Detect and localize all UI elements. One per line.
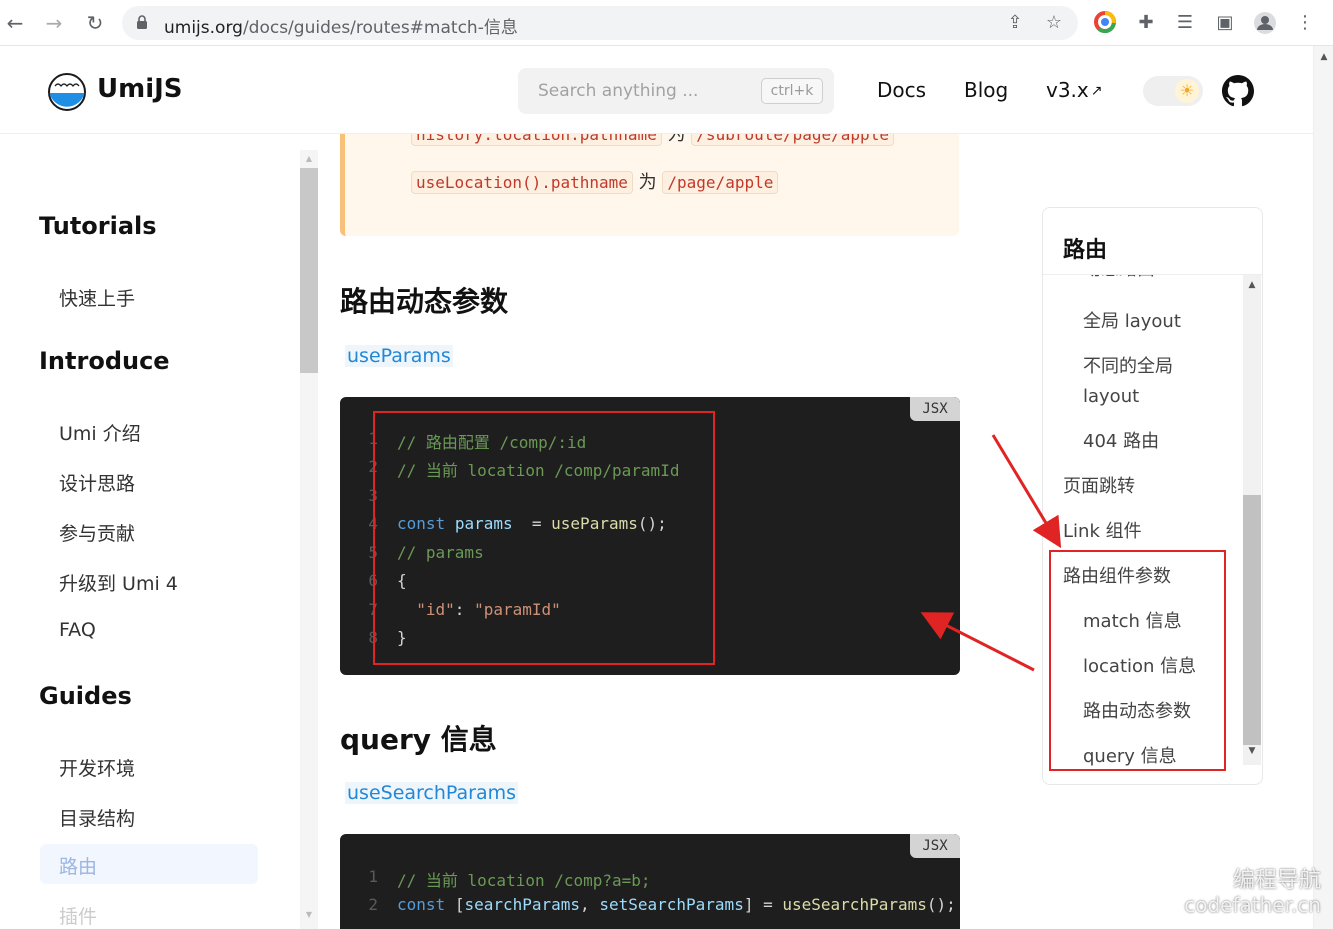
inline-code: useLocation().pathname [411, 171, 633, 194]
toc-scroll-up-icon[interactable]: ▲ [1243, 280, 1261, 290]
sidebar-item-directory[interactable]: 目录结构 [59, 804, 135, 831]
side-panel-icon[interactable]: ▣ [1213, 11, 1237, 35]
toc-scrollbar-thumb[interactable] [1243, 495, 1261, 745]
page-scrollbar[interactable]: ▲ [1313, 46, 1333, 929]
sidebar-item-dev-env[interactable]: 开发环境 [59, 754, 135, 781]
annotation-box-code [373, 411, 715, 665]
toc-item-different-layout[interactable]: 不同的全局 layout [1083, 352, 1233, 412]
inline-code: /page/apple [662, 171, 779, 194]
forward-icon[interactable]: → [41, 10, 67, 36]
toc-item-link-component[interactable]: Link 组件 [1063, 517, 1142, 547]
toc-scroll-down-icon[interactable]: ▼ [1243, 746, 1261, 756]
media-list-icon[interactable]: ☰ [1173, 11, 1197, 35]
sidebar-item-plugins[interactable]: 插件 [59, 902, 97, 929]
sidebar-item-faq[interactable]: FAQ [59, 619, 96, 641]
sidebar-scroll-up-icon[interactable]: ▲ [300, 154, 318, 163]
sidebar-item-label: 路由 [59, 856, 98, 878]
sidebar-scroll-down-icon[interactable]: ▼ [300, 910, 318, 919]
sidebar-item-upgrade[interactable]: 升级到 Umi 4 [59, 569, 178, 596]
sidebar-item-quickstart[interactable]: 快速上手 [59, 284, 135, 311]
sidebar-item-routes-active[interactable]: 路由 [40, 844, 258, 884]
page-scroll-up-icon[interactable]: ▲ [1314, 52, 1333, 62]
sidebar-item-design[interactable]: 设计思路 [59, 469, 135, 496]
sidebar-item-contribute[interactable]: 参与贡献 [59, 519, 135, 546]
sidebar-scrollbar-thumb[interactable] [300, 168, 318, 373]
nav-blog-link[interactable]: Blog [964, 78, 1008, 102]
tip-line-2: useLocation().pathname 为 /page/apple [411, 168, 779, 194]
umijs-logo-icon[interactable] [47, 72, 87, 112]
code-language-badge: JSX [910, 397, 960, 421]
site-header: UmiJS ctrl+k Docs Blog v3.x↗ ☀ [0, 46, 1313, 134]
profile-avatar-icon[interactable] [1253, 11, 1277, 35]
chrome-extension-icon[interactable] [1093, 11, 1117, 35]
sidebar-section-guides: Guides [39, 682, 132, 710]
heading-query-info: query 信息 [340, 723, 497, 756]
code-block-usesearchparams: JSX 1// 当前 location /comp?a=b; 2 const [s… [340, 834, 960, 929]
browser-toolbar: ← → ↻ umijs.org/docs/guides/routes#match… [0, 0, 1333, 46]
theme-toggle[interactable]: ☀ [1143, 76, 1203, 106]
inline-code: /subroute/page/apple [691, 134, 894, 146]
bookmark-star-icon[interactable]: ☆ [1043, 12, 1065, 34]
tip-text: 为 [667, 134, 686, 145]
tip-text: 为 [638, 172, 657, 193]
tip-callout: history.location.pathname 为 /subroute/pa… [340, 134, 959, 236]
address-bar[interactable]: umijs.org/docs/guides/routes#match-信息 ⇪ … [122, 6, 1078, 40]
heading-route-params: 路由动态参数 [340, 285, 509, 318]
toc-item-global-layout[interactable]: 全局 layout [1083, 307, 1233, 337]
inline-code: history.location.pathname [411, 134, 662, 146]
toc-item-404[interactable]: 404 路由 [1083, 427, 1233, 457]
toc-title: 路由 [1063, 238, 1108, 263]
watermark-title: 编程导航 [1232, 868, 1321, 893]
lock-icon [137, 15, 147, 29]
usesearchparams-link[interactable]: useSearchParams [345, 782, 519, 804]
nav-version-link[interactable]: v3.x ↗ [1046, 78, 1103, 102]
extensions-puzzle-icon[interactable]: ✚ [1134, 11, 1158, 35]
reload-icon[interactable]: ↻ [82, 10, 108, 36]
search-box[interactable]: ctrl+k [518, 68, 834, 114]
github-icon[interactable] [1222, 75, 1254, 107]
toc-item-navigation[interactable]: 页面跳转 [1063, 472, 1135, 502]
url-text: umijs.org/docs/guides/routes#match-信息 [164, 18, 518, 38]
sun-icon: ☀ [1175, 79, 1199, 103]
external-link-icon: ↗ [1090, 83, 1103, 99]
share-icon[interactable]: ⇪ [1004, 12, 1026, 34]
sidebar-section-introduce: Introduce [39, 347, 170, 375]
tip-line-1: history.location.pathname 为 /subroute/pa… [411, 134, 894, 146]
toc-item-dynamic-route[interactable]: 动态路由 [1083, 275, 1233, 285]
watermark-domain: codefather.cn [1184, 893, 1321, 917]
search-shortcut-hint: ctrl+k [761, 78, 823, 104]
code-language-badge: JSX [910, 834, 960, 858]
site-logo-text[interactable]: UmiJS [97, 74, 183, 104]
nav-docs-link[interactable]: Docs [877, 78, 926, 102]
sidebar-item-umi-intro[interactable]: Umi 介绍 [59, 419, 141, 446]
browser-menu-icon[interactable]: ⋮ [1293, 11, 1317, 35]
back-icon[interactable]: ← [2, 10, 28, 36]
search-input[interactable] [518, 68, 758, 114]
useparams-link[interactable]: useParams [345, 345, 453, 367]
sidebar-section-tutorials: Tutorials [39, 212, 157, 240]
left-sidebar: Tutorials 快速上手 Introduce Umi 介绍 设计思路 参与贡… [0, 134, 300, 929]
annotation-box-toc [1049, 550, 1226, 771]
